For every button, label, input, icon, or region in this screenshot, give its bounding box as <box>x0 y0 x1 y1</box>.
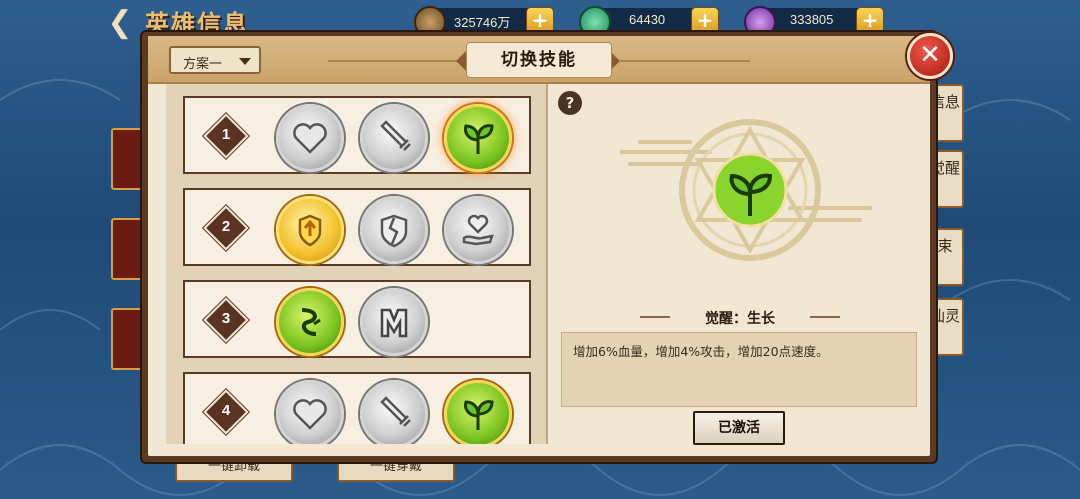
skill-description-box: 增加6%血量，增加4%攻击，增加20点速度。 <box>561 332 917 407</box>
sword-icon[interactable] <box>360 380 428 444</box>
gem-value: 333805 <box>790 12 834 27</box>
jade-value: 64430 <box>629 12 666 27</box>
row-number-badge: 1 <box>203 113 249 159</box>
left-side-tab-3[interactable] <box>111 308 145 370</box>
sprout-icon[interactable] <box>444 104 512 172</box>
skill-row-1[interactable]: 1 <box>183 96 531 174</box>
jade-resource: 64430 + <box>579 6 719 38</box>
left-side-tab-2[interactable] <box>111 218 145 280</box>
scheme-dropdown-label: 方案一 <box>183 57 223 72</box>
gem-resource: 333805 + <box>744 6 884 38</box>
awaken-skill-title: 觉醒：生长 <box>705 311 775 327</box>
heart-icon[interactable] <box>276 104 344 172</box>
title-divider-left <box>328 60 458 62</box>
row-number-badge: 3 <box>203 297 249 343</box>
heart-icon[interactable] <box>276 380 344 444</box>
heart-hand-icon[interactable] <box>444 196 512 264</box>
skill-row-3[interactable]: 3 <box>183 280 531 358</box>
vine-icon[interactable] <box>276 288 344 356</box>
pillar-icon[interactable] <box>360 288 428 356</box>
sprout-icon[interactable] <box>444 380 512 444</box>
back-arrow-icon[interactable]: ❮ <box>105 8 135 38</box>
add-copper-button[interactable]: + <box>526 7 554 35</box>
help-button[interactable]: ? <box>558 91 582 115</box>
skill-description: 增加6%血量，增加4%攻击，增加20点速度。 <box>573 344 829 359</box>
left-side-tab-1[interactable] <box>111 128 145 190</box>
skill-plan-list[interactable]: 1 2 3 4 <box>166 84 548 444</box>
skill-row-4[interactable]: 4 <box>183 372 531 444</box>
scheme-dropdown[interactable]: 方案一 <box>169 46 261 74</box>
sword-icon[interactable] <box>360 104 428 172</box>
panel-title: 切换技能 <box>466 42 612 78</box>
add-jade-button[interactable]: + <box>691 7 719 35</box>
add-gem-button[interactable]: + <box>856 7 884 35</box>
skill-row-2[interactable]: 2 <box>183 188 531 266</box>
list-scrollbar[interactable] <box>546 84 548 444</box>
copper-value: 325746万 <box>454 15 511 30</box>
activated-button[interactable]: 已激活 <box>693 411 785 445</box>
title-divider-right <box>620 60 750 62</box>
panel-header: 方案一 切换技能 <box>148 36 930 84</box>
row-number-badge: 2 <box>203 205 249 251</box>
awaken-emblem <box>620 119 872 261</box>
broken-shield-icon[interactable] <box>360 196 428 264</box>
close-button[interactable]: ✕ <box>907 33 953 79</box>
shield-wing-icon[interactable] <box>276 196 344 264</box>
row-number-badge: 4 <box>203 389 249 435</box>
copper-resource: 325746万 + <box>414 6 554 38</box>
chevron-down-icon <box>239 58 251 65</box>
